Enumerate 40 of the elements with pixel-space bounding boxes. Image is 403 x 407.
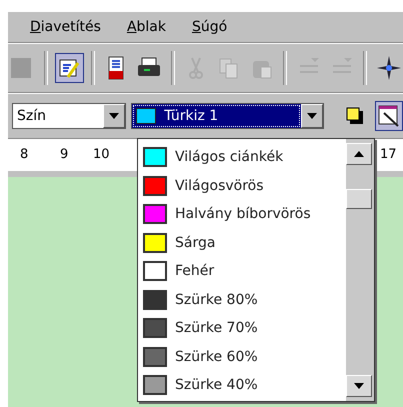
color-option[interactable]: Szürke 40% [138,371,346,400]
scroll-thumb[interactable] [346,189,372,209]
down-arrow-icon [109,113,120,119]
fill-type-dropdown[interactable]: Szín [12,103,126,129]
dropdown-value: Szín [17,108,46,124]
magic-wand-icon [378,105,400,127]
dropdown-button[interactable] [103,104,126,128]
ruler-number: 9 [60,147,68,162]
format-button[interactable] [374,101,403,131]
toolbar-button[interactable] [54,53,84,83]
printer-icon [136,57,162,79]
pdf-document-icon [106,56,126,80]
color-option[interactable]: Halvány bíborvörös [138,200,346,228]
color-option[interactable]: Világos ciánkék [138,143,346,172]
fill-color-dropdown[interactable]: Türkiz 1 [131,103,324,129]
menu-item[interactable]: Súgó [192,19,228,35]
color-option[interactable]: Fehér [138,257,346,286]
color-option[interactable]: Világosvörös [138,172,346,200]
color-option[interactable]: Sárga [138,228,346,257]
ruler-number: 17 [380,147,397,162]
star-icon [376,56,401,80]
shadow-square-icon [346,107,364,125]
menu-item[interactable]: Diavetítés [30,19,101,35]
scroll-up-button[interactable] [346,143,372,165]
menu-item[interactable]: Ablak [126,19,166,35]
ruler-number: 10 [93,147,110,162]
dropdown-button[interactable] [300,104,323,128]
color-option[interactable]: Szürke 80% [138,286,346,314]
scrollbar[interactable] [346,139,374,401]
dropdown-value: Türkiz 1 [164,108,218,124]
down-arrow-icon [354,383,364,389]
square-icon [11,56,34,80]
scroll-down-button[interactable] [346,375,372,397]
color-option[interactable]: Szürke 60% [138,342,346,371]
copy-icon [218,57,240,79]
down-arrow-icon [306,113,317,119]
edit-document-icon [58,57,80,79]
ruler-number: 8 [20,147,28,162]
up-arrow-icon [354,151,364,157]
color-option[interactable]: Szürke 70% [138,314,346,342]
